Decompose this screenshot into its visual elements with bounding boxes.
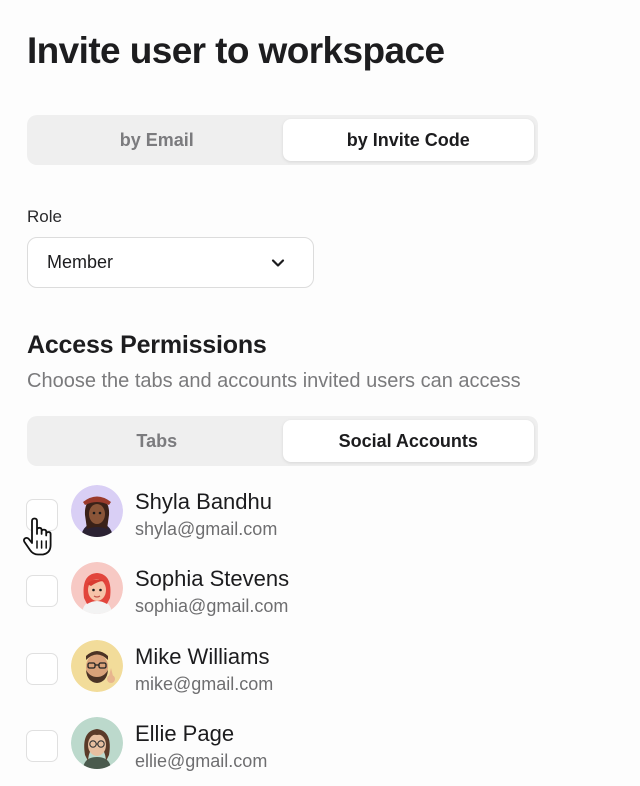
by-invite-code-tab[interactable]: by Invite Code [282, 119, 534, 161]
account-name: Shyla Bandhu [135, 489, 272, 514]
invite-method-toggle: by Email by Invite Code [27, 115, 538, 165]
role-select[interactable]: Member [27, 237, 314, 288]
account-checkbox[interactable] [26, 499, 58, 531]
account-email: mike@gmail.com [135, 674, 274, 694]
avatar [71, 640, 123, 692]
access-tabs-toggle: Tabs Social Accounts [27, 416, 538, 466]
avatar [71, 562, 123, 614]
account-name: Sophia Stevens [135, 566, 290, 591]
account-row[interactable]: Shyla Bandhu shyla@gmail.com [0, 485, 640, 555]
tabs-tab[interactable]: Tabs [31, 420, 283, 462]
by-email-tab[interactable]: by Email [31, 119, 283, 161]
access-permissions-subtitle: Choose the tabs and accounts invited use… [27, 370, 521, 392]
avatar [71, 717, 123, 769]
account-checkbox[interactable] [26, 653, 58, 685]
account-email: sophia@gmail.com [135, 596, 289, 616]
role-select-value: Member [47, 252, 114, 272]
avatar [71, 485, 123, 537]
account-email: ellie@gmail.com [135, 751, 268, 771]
page-title: Invite user to workspace [27, 30, 445, 71]
chevron-down-icon [271, 258, 285, 267]
account-row[interactable]: Ellie Page ellie@gmail.com [0, 717, 640, 786]
account-name: Ellie Page [135, 721, 235, 746]
account-row[interactable]: Mike Williams mike@gmail.com [0, 640, 640, 710]
account-checkbox[interactable] [26, 575, 58, 607]
account-email: shyla@gmail.com [135, 519, 278, 539]
social-accounts-tab[interactable]: Social Accounts [282, 420, 534, 462]
account-row[interactable]: Sophia Stevens sophia@gmail.com [0, 562, 640, 632]
account-checkbox[interactable] [26, 730, 58, 762]
access-permissions-title: Access Permissions [27, 331, 267, 359]
account-name: Mike Williams [135, 644, 270, 669]
role-label: Role [27, 207, 62, 226]
